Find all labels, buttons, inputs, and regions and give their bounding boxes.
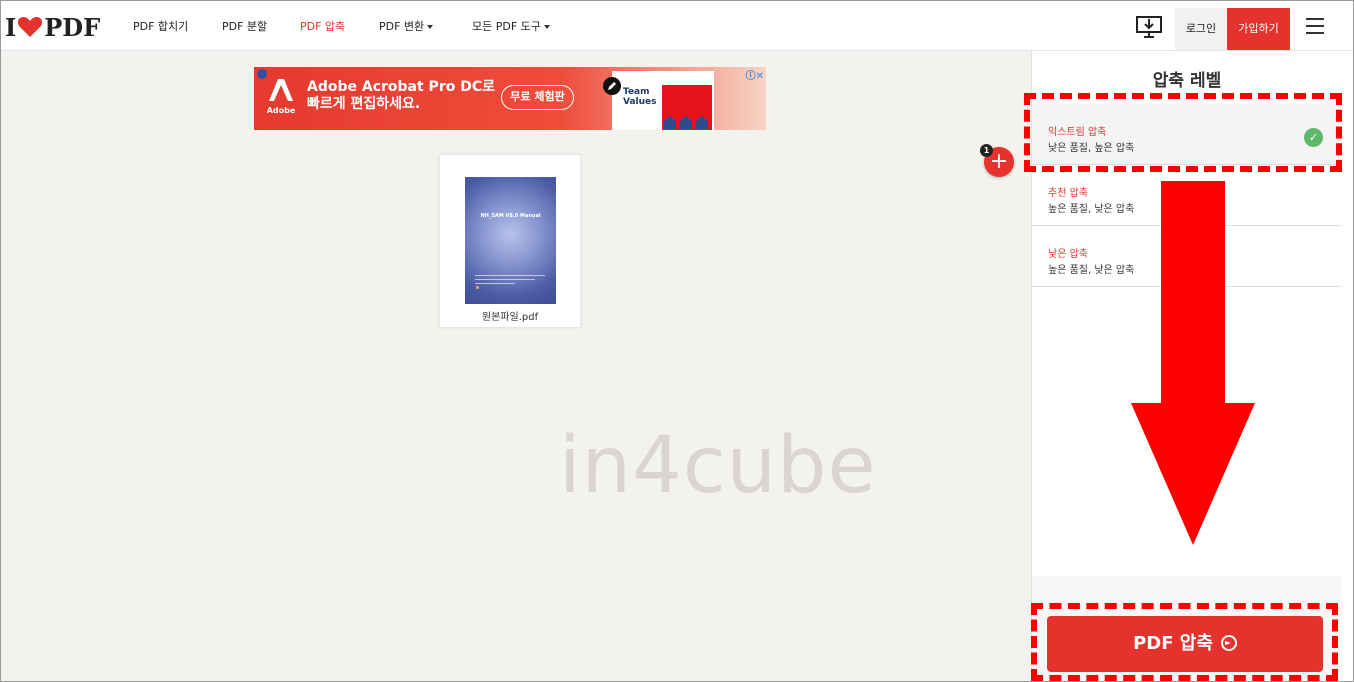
thumbnail-text-line bbox=[475, 279, 535, 280]
thumbnail-text-line bbox=[475, 283, 515, 284]
ad-card-red-block bbox=[662, 85, 712, 130]
option-title: 익스트림 압축 bbox=[1048, 127, 1107, 138]
pdf-thumbnail: NH_SAM V8.0 Manual bbox=[465, 177, 556, 304]
signup-button[interactable]: 가입하기 bbox=[1227, 8, 1290, 50]
nav-compress-pdf[interactable]: PDF 압축 bbox=[300, 1, 345, 51]
ad-close-icon[interactable]: ⓘ✕ bbox=[746, 67, 764, 82]
ad-cta-button[interactable]: 무료 체험판 bbox=[501, 85, 574, 110]
watermark: in4cube bbox=[559, 421, 877, 511]
ad-headline-line2: 빠르게 편집하세요. bbox=[307, 96, 421, 112]
houses-icon bbox=[664, 116, 708, 129]
nav-split-pdf[interactable]: PDF 분할 bbox=[222, 1, 267, 51]
option-desc: 높은 품질, 낮은 압축 bbox=[1048, 204, 1135, 215]
ad-banner[interactable]: Adobe Adobe Acrobat Pro DC로 빠르게 편집하세요. 무… bbox=[254, 67, 766, 130]
nav-merge-pdf[interactable]: PDF 합치기 bbox=[133, 1, 188, 51]
ad-card-text-line1: Team bbox=[623, 87, 650, 97]
adobe-logo: Adobe bbox=[266, 77, 296, 119]
caret-down-icon bbox=[427, 25, 434, 29]
arrow-right-circle-icon bbox=[1220, 635, 1237, 651]
thumbnail-dot bbox=[476, 286, 479, 289]
ad-brand: Adobe bbox=[266, 106, 296, 115]
option-title: 낮은 압축 bbox=[1048, 249, 1088, 260]
ad-card-text: Team Values bbox=[623, 87, 657, 107]
option-desc: 높은 품질, 낮은 압축 bbox=[1048, 265, 1135, 276]
ad-headline-line1: Adobe Acrobat Pro DC로 bbox=[307, 79, 495, 95]
sidebar-title: 압축 레벨 bbox=[1152, 71, 1222, 91]
ad-card-image: Team Values bbox=[612, 71, 714, 130]
nav-all-tools-label: 모든 PDF 도구 bbox=[472, 20, 541, 33]
heart-icon bbox=[18, 17, 43, 37]
ad-headline: Adobe Acrobat Pro DC로 빠르게 편집하세요. bbox=[307, 79, 495, 113]
login-button[interactable]: 로그인 bbox=[1175, 8, 1227, 50]
thumbnail-text-line bbox=[475, 275, 545, 276]
logo-suffix: PDF bbox=[44, 12, 101, 42]
logo[interactable]: I PDF bbox=[5, 12, 101, 42]
adobe-a-icon bbox=[269, 79, 293, 101]
file-name: 원본파일.pdf bbox=[481, 312, 539, 323]
nav-convert-pdf-dropdown[interactable]: PDF 변환 bbox=[379, 1, 434, 51]
nav-all-tools-dropdown[interactable]: 모든 PDF 도구 bbox=[472, 1, 550, 51]
option-title: 추천 압축 bbox=[1048, 188, 1088, 199]
caret-down-icon bbox=[543, 25, 550, 29]
ad-card-text-line2: Values bbox=[623, 97, 657, 107]
desktop-download-icon[interactable] bbox=[1135, 15, 1163, 39]
pdf-file-card[interactable]: NH_SAM V8.0 Manual 원본파일.pdf bbox=[440, 155, 580, 327]
compress-button-label: PDF 압축 bbox=[1133, 633, 1213, 654]
option-extreme-compression[interactable]: 익스트림 압축 낮은 품질, 높은 압축 ✓ bbox=[1032, 104, 1341, 165]
file-count-badge: 1 bbox=[980, 144, 993, 157]
pen-icon bbox=[603, 77, 621, 95]
app-window: I PDF PDF 합치기 PDF 분할 PDF 압축 PDF 변환 모든 PD… bbox=[0, 0, 1354, 682]
nav-convert-label: PDF 변환 bbox=[379, 20, 425, 33]
down-arrow-annotation bbox=[1131, 181, 1255, 545]
hamburger-menu-icon[interactable] bbox=[1301, 18, 1329, 38]
compress-pdf-button[interactable]: PDF 압축 bbox=[1047, 616, 1323, 672]
top-nav: I PDF PDF 합치기 PDF 분할 PDF 압축 PDF 변환 모든 PD… bbox=[1, 1, 1353, 51]
check-icon: ✓ bbox=[1304, 128, 1323, 147]
logo-prefix: I bbox=[5, 12, 17, 42]
thumbnail-title: NH_SAM V8.0 Manual bbox=[480, 213, 541, 219]
option-desc: 낮은 품질, 높은 압축 bbox=[1048, 143, 1135, 154]
